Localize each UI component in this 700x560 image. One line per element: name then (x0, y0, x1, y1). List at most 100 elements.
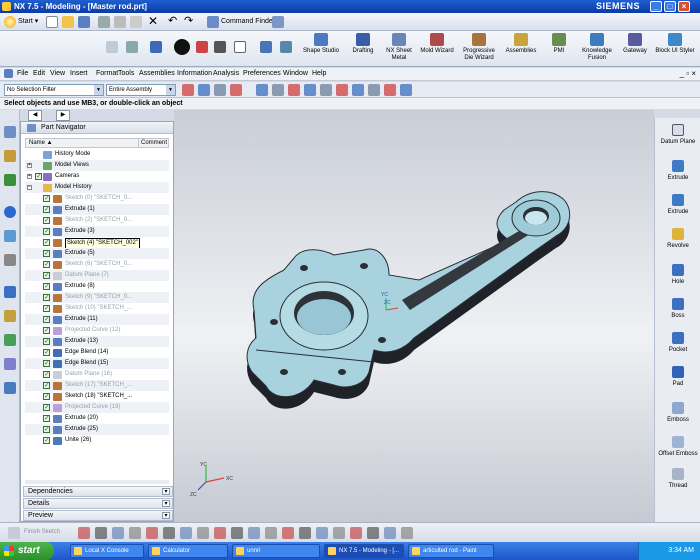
visibility-checkbox[interactable] (43, 413, 50, 424)
visibility-checkbox[interactable] (43, 292, 50, 303)
visibility-checkbox[interactable] (43, 424, 50, 435)
tree-row[interactable]: Extrude (13) (25, 336, 169, 347)
undo-icon[interactable]: ↶ (168, 16, 180, 28)
copy-icon[interactable] (114, 16, 126, 28)
visibility-checkbox[interactable] (43, 358, 50, 369)
feature-boss-button[interactable]: Boss (655, 298, 700, 319)
inferred-dimension-icon[interactable] (333, 527, 345, 539)
render-style-icon[interactable] (126, 41, 138, 53)
visibility-checkbox[interactable] (35, 171, 42, 182)
command-finder-button[interactable]: Command Finder (205, 15, 275, 29)
taskbar-task[interactable]: NX 7.5 - Modeling - [... (324, 544, 404, 558)
wireframe-icon[interactable] (214, 41, 226, 53)
studio-spline-icon[interactable] (197, 527, 209, 539)
feature-thread-button[interactable]: Thread (655, 468, 700, 489)
visibility-checkbox[interactable] (43, 435, 50, 446)
endpoint-snap-icon[interactable] (256, 84, 268, 96)
visibility-checkbox[interactable] (43, 314, 50, 325)
ribbon-gateway-button[interactable]: Gateway (614, 33, 656, 66)
taskbar-task[interactable]: unnri (232, 544, 320, 558)
ribbon-sheet-metal-button[interactable]: NX Sheet Metal (378, 33, 420, 66)
visibility-checkbox[interactable] (43, 281, 50, 292)
info-icon[interactable] (4, 206, 16, 218)
select-all-icon[interactable] (182, 84, 194, 96)
edge-display-icon[interactable] (196, 41, 208, 53)
tree-row[interactable]: Sketch (6) "SKETCH_0... (25, 259, 169, 270)
general-selection-icon[interactable] (214, 84, 226, 96)
show-objects-icon[interactable] (400, 84, 412, 96)
ribbon-knowledge-fusion-button[interactable]: Knowledge Fusion (576, 33, 618, 66)
maximize-button[interactable]: □ (664, 1, 676, 12)
delete-icon[interactable]: ✕ (148, 15, 160, 28)
tree-row[interactable]: + Model Views (25, 160, 169, 171)
internet-explorer-icon[interactable] (4, 230, 16, 242)
comment-column-header[interactable]: Comment (138, 139, 167, 147)
offset-curve-icon[interactable] (282, 527, 294, 539)
ribbon-progressive-die-button[interactable]: Progressive Die Wizard (458, 33, 500, 66)
shaded-cube-icon[interactable] (150, 41, 162, 53)
navigator-horizontal-scrollbar[interactable] (25, 480, 169, 484)
quick-extend-icon[interactable] (265, 527, 277, 539)
tree-row[interactable]: Extrude (3) (25, 226, 169, 237)
panel-dependencies[interactable]: Dependencies ▾ (23, 486, 173, 497)
tree-row[interactable]: Sketch (10) "SKETCH_... (25, 303, 169, 314)
feature-pocket-button[interactable]: Pocket (655, 332, 700, 353)
visibility-checkbox[interactable] (43, 391, 50, 402)
tree-row[interactable]: Extrude (5) (25, 248, 169, 259)
arc-center-icon[interactable] (320, 84, 332, 96)
menu-help[interactable]: Help (312, 70, 326, 77)
process-studio-icon[interactable] (4, 310, 16, 322)
name-column-header[interactable]: Name ▲ (29, 139, 53, 147)
existing-point-icon[interactable] (352, 84, 364, 96)
history-icon[interactable] (4, 254, 16, 266)
fillet-icon[interactable] (214, 527, 226, 539)
system-materials-icon[interactable] (4, 286, 16, 298)
tree-row[interactable]: Datum Plane (16) (25, 369, 169, 380)
visibility-checkbox[interactable] (43, 402, 50, 413)
menu-file[interactable]: File (17, 70, 28, 77)
visibility-checkbox[interactable] (43, 193, 50, 204)
tree-row[interactable]: Extrude (8) (25, 281, 169, 292)
feature-emboss-button[interactable]: Emboss (655, 402, 700, 423)
expand-icon[interactable]: + (27, 174, 32, 179)
close-button[interactable]: × (678, 1, 690, 12)
profile-icon[interactable] (78, 527, 90, 539)
tree-row[interactable]: Extrude (11) (25, 314, 169, 325)
open-icon[interactable] (62, 16, 74, 28)
tree-row[interactable]: Extrude (20) (25, 413, 169, 424)
intersection-snap-icon[interactable] (304, 84, 316, 96)
ribbon-assemblies-button[interactable]: Assemblies (500, 33, 542, 66)
roles-icon[interactable] (4, 334, 16, 346)
convert-reference-icon[interactable] (384, 527, 396, 539)
mirror-curve-icon[interactable] (299, 527, 311, 539)
tree-row[interactable]: Projected Curve (12) (25, 325, 169, 336)
point-on-face-icon[interactable] (384, 84, 396, 96)
visibility-checkbox[interactable] (43, 380, 50, 391)
graphics-window[interactable]: YC ZC XC YC ZC (174, 110, 654, 522)
taskbar-task[interactable]: articulted rod - Paint (408, 544, 494, 558)
ribbon-block-ui-styler-button[interactable]: Block UI Styler (654, 33, 696, 66)
tree-row[interactable]: + Cameras (25, 171, 169, 182)
visibility-checkbox[interactable] (43, 259, 50, 270)
rectangle-selection-icon[interactable] (230, 84, 242, 96)
windows-start-button[interactable]: start (0, 542, 54, 560)
assembly-navigator-icon[interactable] (4, 126, 16, 138)
tree-row[interactable]: − Model History (25, 182, 169, 193)
tree-row[interactable]: Extrude (1) (25, 204, 169, 215)
selection-scope-dropdown[interactable]: Entire Assembly ▼ (106, 84, 176, 96)
feature-revolve-button[interactable]: Revolve (655, 228, 700, 249)
part-navigator-icon[interactable] (4, 174, 16, 186)
orient-view-icon[interactable] (174, 39, 190, 55)
system-scenes-icon[interactable] (4, 358, 16, 370)
visibility-checkbox[interactable] (43, 303, 50, 314)
palettes-icon[interactable] (4, 382, 16, 394)
feature-extrude-button[interactable]: Extrude (655, 160, 700, 181)
circle-icon[interactable] (129, 527, 141, 539)
feature-pad-button[interactable]: Pad (655, 366, 700, 387)
tree-row[interactable]: Sketch (9) "SKETCH_0... (25, 292, 169, 303)
taskbar-task[interactable]: Local X Console (70, 544, 144, 558)
feature-offset-emboss-button[interactable]: Offset Emboss (655, 436, 700, 457)
menu-information[interactable]: Information (177, 70, 212, 77)
visibility-checkbox[interactable] (43, 336, 50, 347)
tree-row[interactable]: Sketch (4) "SKETCH_002" (25, 237, 169, 248)
